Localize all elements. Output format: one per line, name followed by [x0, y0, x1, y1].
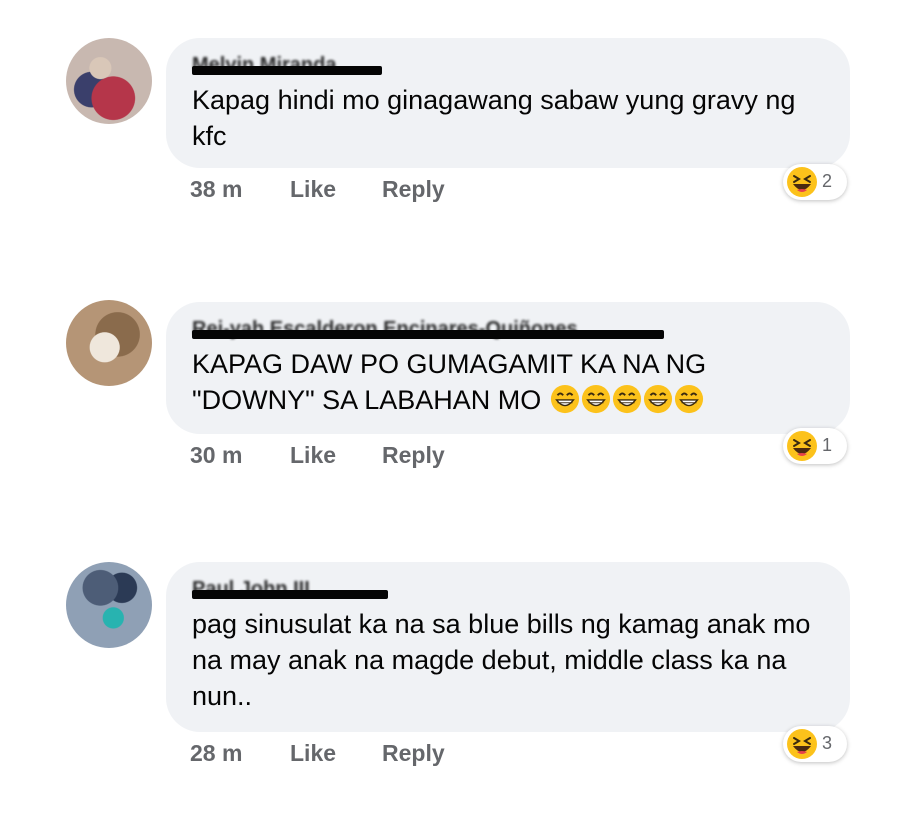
- timestamp[interactable]: 30 m: [190, 442, 242, 469]
- like-button[interactable]: Like: [290, 176, 336, 203]
- author-name-wrap: Paul John III: [192, 578, 822, 602]
- reaction-summary[interactable]: 2: [783, 164, 847, 200]
- reaction-count: 1: [822, 435, 833, 455]
- comment-text: pag sinusulat ka na sa blue bills ng kam…: [192, 609, 811, 711]
- reaction-count: 2: [822, 171, 833, 191]
- timestamp[interactable]: 28 m: [190, 740, 242, 767]
- like-button[interactable]: Like: [290, 442, 336, 469]
- like-button[interactable]: Like: [290, 740, 336, 767]
- author-name-wrap: Rei-yah Escalderon Encinares-Quiñones: [192, 318, 822, 342]
- reply-button[interactable]: Reply: [382, 176, 445, 203]
- reply-button[interactable]: Reply: [382, 442, 445, 469]
- redaction-bar: [192, 66, 382, 75]
- comment-bubble: Paul John III pag sinusulat ka na sa blu…: [166, 562, 850, 732]
- comment-bubble: Rei-yah Escalderon Encinares-Quiñones KA…: [166, 302, 850, 434]
- comment-bubble: Melvin Miranda Kapag hindi mo ginagawang…: [166, 38, 850, 168]
- avatar[interactable]: [66, 38, 152, 124]
- grinning-face-emoji-icon: [541, 384, 704, 415]
- laughing-emoji-icon: [787, 729, 817, 759]
- comment-text: KAPAG DAW PO GUMAGAMIT KA NA NG "DOWNY" …: [192, 346, 812, 418]
- author-name-wrap: Melvin Miranda: [192, 54, 822, 78]
- reaction-count: 3: [822, 733, 833, 753]
- avatar[interactable]: [66, 300, 152, 386]
- laughing-emoji-icon: [787, 167, 817, 197]
- avatar[interactable]: [66, 562, 152, 648]
- laughing-emoji-icon: [787, 431, 817, 461]
- reaction-summary[interactable]: 1: [783, 428, 847, 464]
- redaction-bar: [192, 590, 388, 599]
- redaction-bar: [192, 330, 664, 339]
- timestamp[interactable]: 38 m: [190, 176, 242, 203]
- comment-text: Kapag hindi mo ginagawang sabaw yung gra…: [192, 85, 796, 151]
- reaction-summary[interactable]: 3: [783, 726, 847, 762]
- reply-button[interactable]: Reply: [382, 740, 445, 767]
